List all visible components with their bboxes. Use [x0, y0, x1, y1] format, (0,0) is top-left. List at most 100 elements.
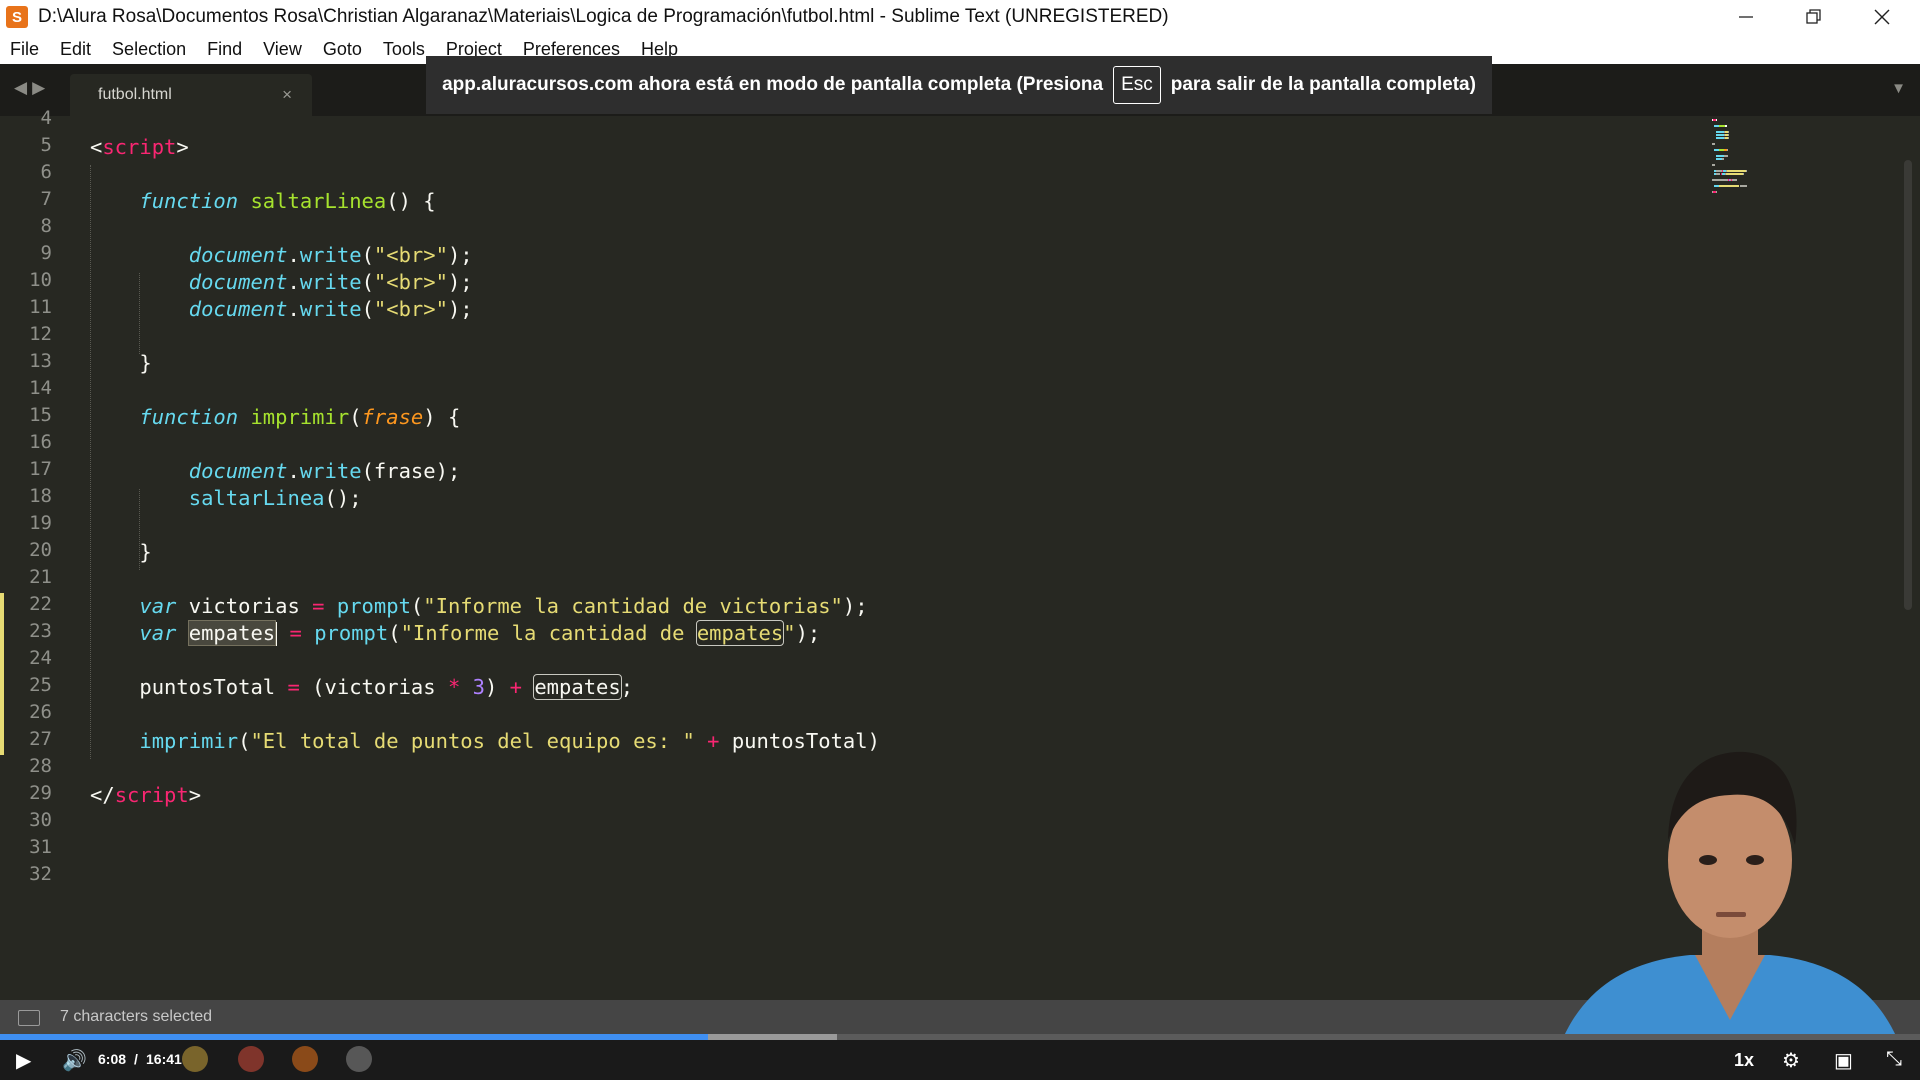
gear-icon[interactable]: ⚙ [1782, 1048, 1800, 1073]
code-token: empates [187, 620, 277, 646]
code-line[interactable]: } [90, 539, 151, 566]
volume-icon[interactable]: 🔊 [62, 1048, 87, 1073]
code-editor[interactable]: <script> function saltarLinea() { docume… [90, 116, 1690, 1000]
code-token: document [188, 270, 288, 294]
minimize-icon [1739, 16, 1753, 18]
menu-file[interactable]: File [10, 39, 39, 60]
line-number: 22 [29, 593, 52, 615]
code-line[interactable]: var empates| = prompt("Informe la cantid… [90, 620, 820, 647]
line-number: 7 [40, 188, 52, 210]
restore-button[interactable] [1780, 0, 1848, 34]
menu-find[interactable]: Find [207, 39, 242, 60]
line-number: 6 [40, 161, 52, 183]
app-taskbar-icon [346, 1046, 372, 1072]
code-line[interactable]: function imprimir(frase) { [90, 404, 460, 431]
minimap-mark [1712, 143, 1715, 145]
code-token: ); [842, 594, 868, 618]
picture-in-picture-icon[interactable]: ▣ [1834, 1048, 1853, 1073]
line-number: 23 [29, 620, 52, 642]
minimap-mark [1727, 137, 1730, 139]
tab-close-icon[interactable]: × [282, 85, 292, 105]
play-icon[interactable]: ▶ [16, 1048, 31, 1073]
tab-label: futbol.html [98, 86, 172, 103]
line-number: 5 [40, 134, 52, 156]
code-line[interactable]: } [90, 350, 151, 377]
modified-line-marker [0, 620, 4, 647]
code-line[interactable]: document.write("<br>"); [90, 269, 473, 296]
code-token: document [188, 297, 288, 321]
tab-navigation-arrows-icon[interactable]: ◀▶ [14, 78, 50, 98]
menu-edit[interactable]: Edit [60, 39, 91, 60]
code-token: frase [361, 405, 424, 429]
line-number: 30 [29, 809, 52, 831]
line-number: 4 [40, 107, 52, 129]
menu-tools[interactable]: Tools [383, 39, 425, 60]
code-token: . [287, 297, 300, 321]
close-button[interactable] [1848, 0, 1916, 34]
playback-speed[interactable]: 1x [1734, 1050, 1754, 1071]
code-line[interactable]: puntosTotal = (victorias * 3) + empates; [90, 674, 633, 701]
code-line[interactable]: document.write("<br>"); [90, 242, 473, 269]
minimap-mark [1716, 173, 1721, 175]
line-number: 20 [29, 539, 52, 561]
line-number: 8 [40, 215, 52, 237]
code-token: + [707, 729, 720, 753]
fullscreen-notice: app.aluracursos.com ahora está en modo d… [426, 56, 1492, 114]
exit-fullscreen-icon[interactable]: ⤡ [1886, 1048, 1902, 1071]
minimap-mark [1740, 185, 1748, 187]
minimap-mark [1716, 191, 1718, 193]
code-token: empates [695, 620, 785, 646]
code-token: . [287, 270, 300, 294]
menu-view[interactable]: View [263, 39, 302, 60]
time-separator: / [134, 1051, 138, 1067]
vertical-scrollbar[interactable] [1904, 160, 1912, 610]
modified-line-marker [0, 728, 4, 755]
code-line[interactable]: var victorias = prompt("Informe la canti… [90, 593, 868, 620]
code-token: = [287, 675, 300, 699]
code-line[interactable]: function saltarLinea() { [90, 188, 435, 215]
code-token: = [289, 621, 302, 645]
tab-list-dropdown-icon[interactable]: ▼ [1891, 80, 1906, 97]
code-token: write [299, 297, 362, 321]
minimap-mark [1724, 155, 1729, 157]
menu-goto[interactable]: Goto [323, 39, 362, 60]
monitor-icon[interactable] [18, 1010, 40, 1026]
modified-line-marker [0, 593, 4, 620]
code-token: saltarLinea [188, 486, 325, 510]
code-token: ); [795, 621, 821, 645]
line-number: 9 [40, 242, 52, 264]
indent-guide [139, 489, 140, 570]
code-token: ); [447, 297, 473, 321]
code-token: script [102, 135, 177, 159]
modified-line-marker [0, 674, 4, 701]
line-number: 13 [29, 350, 52, 372]
selection-status: 7 characters selected [60, 1008, 213, 1025]
minimize-button[interactable] [1712, 0, 1780, 34]
code-line[interactable]: document.write(frase); [90, 458, 461, 485]
code-token: var [139, 594, 177, 618]
code-token: "<br>" [373, 297, 448, 321]
line-number: 32 [29, 863, 52, 885]
minimap-mark [1725, 125, 1728, 127]
code-line[interactable]: <script> [90, 134, 189, 161]
code-token: ( [361, 270, 374, 294]
restore-icon [1806, 9, 1821, 24]
code-line[interactable]: document.write("<br>"); [90, 296, 473, 323]
menu-selection[interactable]: Selection [112, 39, 186, 60]
code-token: * [447, 675, 461, 699]
code-line[interactable]: saltarLinea(); [90, 485, 362, 512]
fullscreen-notice-text-end: para salir de la pantalla completa) [1170, 74, 1476, 95]
code-token: ( [349, 405, 362, 429]
line-number: 28 [29, 755, 52, 777]
code-token: ) [484, 675, 510, 699]
minimap-mark [1743, 173, 1745, 175]
code-line[interactable]: imprimir("El total de puntos del equipo … [90, 728, 880, 755]
code-token: </ [90, 783, 115, 807]
code-token: empates [533, 674, 622, 700]
tab-futbol-html[interactable]: futbol.html × [70, 74, 312, 116]
code-line[interactable]: </script> [90, 782, 201, 809]
minimap[interactable] [1712, 116, 1812, 206]
